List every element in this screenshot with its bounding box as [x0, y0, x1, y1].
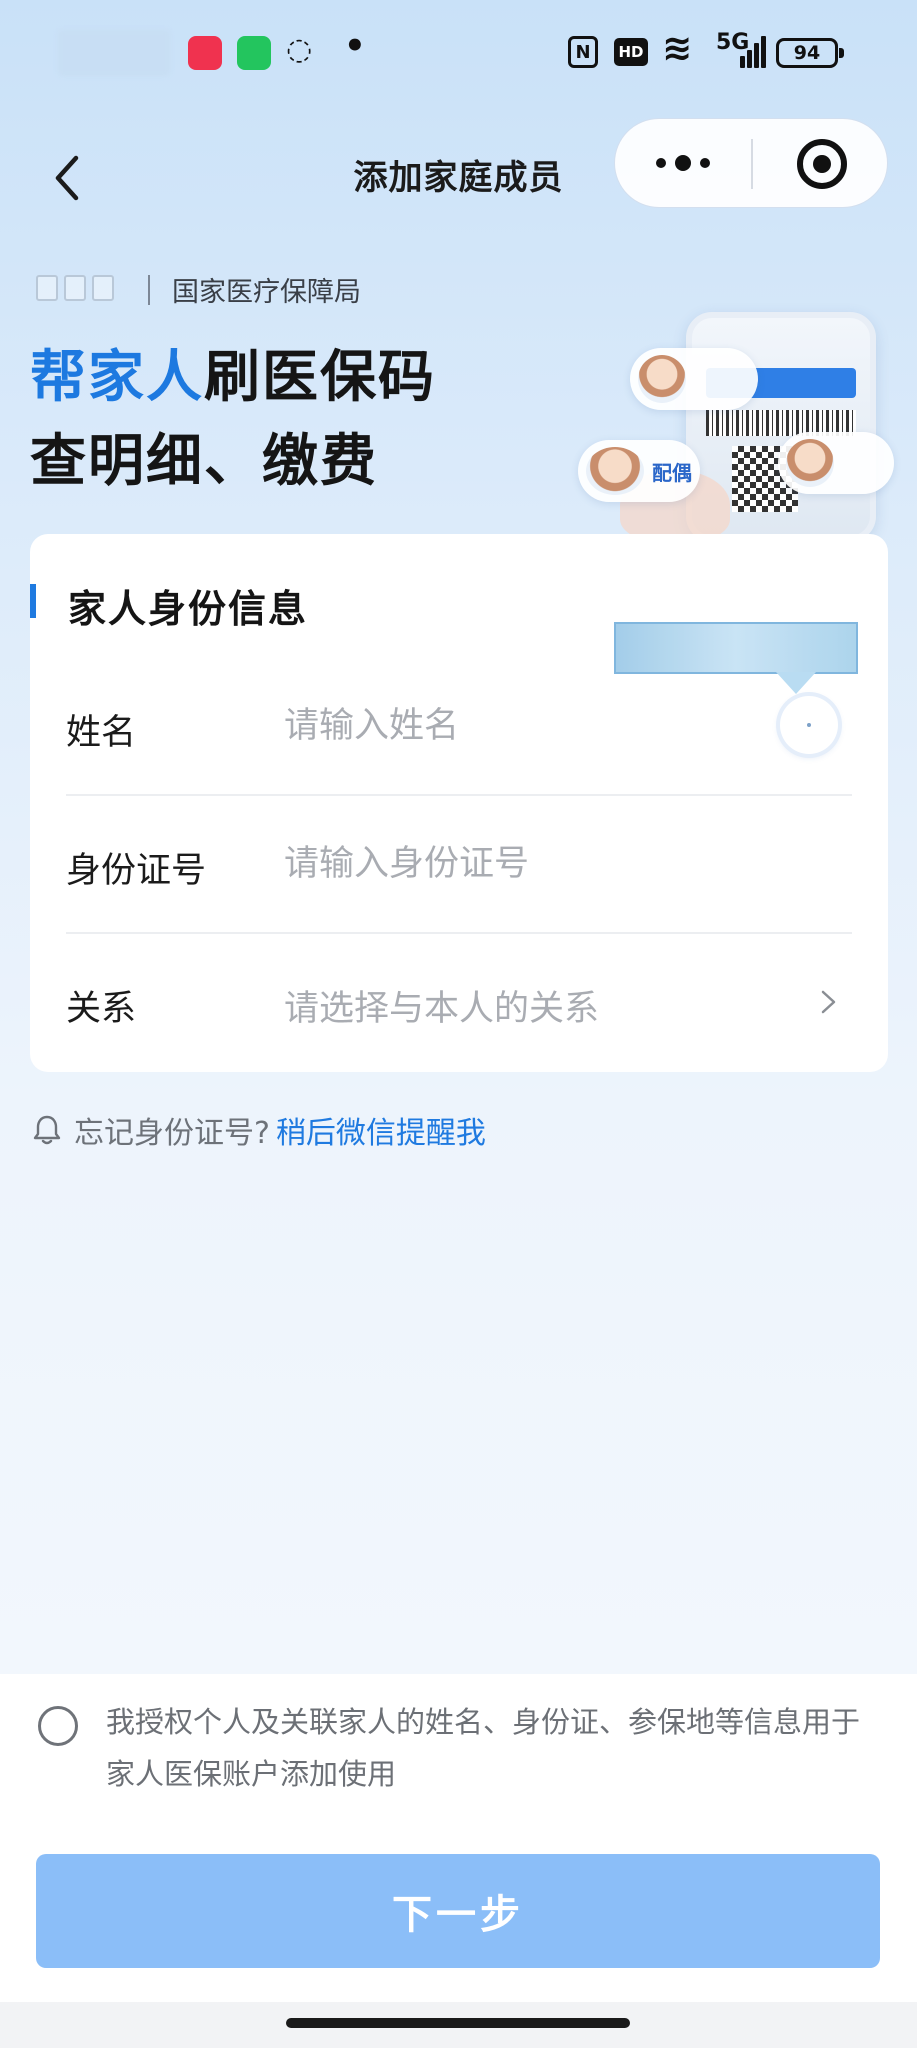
id-reminder: 忘记身份证号? 稍后微信提醒我	[30, 1108, 486, 1152]
org-divider	[148, 274, 150, 305]
carrier-info	[58, 30, 170, 76]
remind-me-link[interactable]: 稍后微信提醒我	[276, 1108, 486, 1152]
id-field-row: 身份证号	[66, 796, 852, 934]
name-field-row: 姓名	[66, 658, 852, 796]
headline-line-2: 查明细、缴费	[30, 429, 378, 494]
relationship-label: 关系	[66, 989, 137, 1029]
battery-indicator: 94	[776, 38, 844, 68]
section-accent-bar	[30, 584, 36, 618]
close-target-icon[interactable]	[797, 139, 847, 189]
org-header: 国家医疗保障局	[36, 270, 361, 309]
message-icon: ◌	[286, 32, 313, 67]
status-bar: ◌ • N HD ≋ 5G 94	[0, 0, 917, 105]
more-dots-icon	[675, 155, 691, 171]
more-dots-icon	[656, 158, 666, 168]
consent-text: 我授权个人及关联家人的姓名、身份证、参保地等信息用于家人医保账户添加使用	[106, 1705, 861, 1791]
id-number-input[interactable]	[284, 836, 764, 892]
family-bubble-parents	[778, 432, 894, 494]
banner-headline: 帮家人刷医保码 查明细、缴费	[30, 336, 436, 504]
family-bubble-spouse: 配偶	[578, 440, 700, 502]
name-label: 姓名	[66, 713, 137, 753]
footer-panel: 我授权个人及关联家人的姓名、身份证、参保地等信息用于家人医保账户添加使用 下一步	[0, 1674, 917, 2048]
avatar	[786, 439, 834, 487]
relationship-placeholder: 请选择与本人的关系	[284, 989, 600, 1029]
chevron-right-icon	[818, 984, 840, 1020]
relationship-select[interactable]: 关系 请选择与本人的关系	[66, 934, 852, 1072]
headline-highlight: 帮家人	[30, 345, 204, 410]
signal-bars-icon	[740, 36, 766, 68]
headline-line-1: 帮家人刷医保码	[30, 336, 436, 420]
nhsa-logo	[36, 274, 120, 305]
notification-dot-icon: •	[344, 26, 366, 66]
home-indicator[interactable]	[286, 2018, 630, 2028]
avatar	[586, 447, 644, 495]
family-info-card: 家人身份信息 姓名 身份证号 关系 请选择与本人的关系	[30, 534, 888, 1072]
capsule-divider	[751, 139, 753, 189]
nfc-icon: N	[568, 36, 598, 68]
more-button[interactable]	[615, 119, 751, 207]
name-input[interactable]	[284, 698, 764, 754]
phone-app-icon	[237, 36, 271, 70]
org-name: 国家医疗保障局	[172, 277, 361, 308]
next-step-button[interactable]: 下一步	[36, 1854, 880, 1968]
section-title: 家人身份信息	[68, 587, 309, 631]
consent-radio[interactable]	[38, 1706, 78, 1746]
more-dots-icon	[700, 158, 710, 168]
avatar	[638, 355, 686, 403]
spouse-label: 配偶	[652, 460, 692, 485]
id-number-label: 身份证号	[66, 851, 207, 891]
mini-program-capsule	[614, 118, 888, 208]
voice-icon[interactable]	[780, 696, 838, 754]
bell-icon	[33, 1115, 61, 1145]
headline-rest: 刷医保码	[204, 345, 436, 410]
reminder-question: 忘记身份证号?	[74, 1116, 270, 1151]
music-app-icon	[188, 36, 222, 70]
wifi-icon: ≋	[662, 28, 693, 69]
hd-icon: HD	[614, 38, 648, 66]
family-bubble-child	[630, 348, 758, 410]
